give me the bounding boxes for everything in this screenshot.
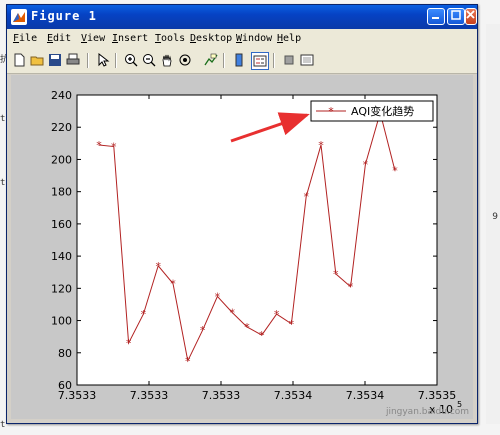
y-tick-label: 220	[51, 121, 72, 134]
y-tick-label: 180	[51, 186, 72, 199]
colorbar-icon	[235, 53, 243, 67]
legend[interactable]: * AQI变化趋势	[310, 100, 434, 122]
zoom-in-icon	[125, 54, 138, 67]
zoom-in-button[interactable]	[123, 52, 139, 68]
legend-icon	[253, 55, 267, 67]
menu-view[interactable]: View	[81, 33, 105, 44]
background-panel	[486, 24, 500, 424]
data-point-marker: *	[274, 308, 280, 321]
menu-help[interactable]: Help	[277, 33, 301, 44]
legend-label: AQI变化趋势	[351, 104, 414, 118]
maximize-button[interactable]	[447, 8, 465, 25]
toolbar-separator	[87, 53, 88, 68]
save-button[interactable]	[47, 52, 63, 68]
x-tick-label: 7.3533	[58, 389, 97, 402]
menu-tools[interactable]: Tools	[155, 33, 185, 44]
figure-window: Figure 1 File Edit View Insert Tools Des…	[6, 4, 478, 424]
watermark-text: jingyan.baidu.com	[385, 407, 469, 417]
maximize-icon	[451, 10, 461, 20]
data-point-marker: *	[363, 158, 369, 171]
data-cursor-button[interactable]	[203, 52, 219, 68]
window-title: Figure 1	[31, 9, 97, 23]
data-point-marker: *	[348, 281, 354, 294]
y-tick-label: 200	[51, 153, 72, 166]
menu-edit[interactable]: Edit	[47, 33, 71, 44]
data-point-marker: *	[141, 308, 147, 321]
data-point-marker: *	[111, 141, 117, 154]
menu-insert[interactable]: Insert	[112, 33, 148, 44]
print-icon	[66, 53, 80, 65]
data-point-marker: *	[215, 290, 221, 303]
data-point-marker: *	[200, 324, 206, 337]
menu-file[interactable]: File	[13, 33, 37, 44]
hide-plot-tools-icon	[284, 55, 294, 65]
y-tick-label: 100	[51, 315, 72, 328]
data-point-marker: *	[170, 278, 176, 291]
zoom-out-button[interactable]	[141, 52, 157, 68]
pan-button[interactable]	[159, 52, 175, 68]
data-point-marker: *	[318, 139, 324, 152]
toolbar-separator	[273, 53, 274, 68]
show-plot-tools-button[interactable]	[299, 52, 315, 68]
background-text: 9	[492, 212, 498, 222]
y-tick-label: 140	[51, 250, 72, 263]
data-point-marker: *	[392, 165, 398, 178]
x-tick-label: 7.3533	[130, 389, 169, 402]
open-file-icon	[30, 56, 44, 66]
data-point-marker: *	[289, 318, 295, 331]
save-icon	[49, 54, 61, 66]
y-tick-label: 240	[51, 89, 72, 102]
close-button[interactable]	[465, 8, 477, 25]
menu-bar: File Edit View Insert Tools Desktop Wind…	[7, 29, 477, 49]
figure-toolbar	[7, 49, 477, 74]
y-tick-label: 160	[51, 218, 72, 231]
toolbar-separator	[115, 53, 116, 68]
pan-hand-icon	[162, 54, 172, 67]
data-point-marker: *	[333, 268, 339, 281]
colorbar-button[interactable]	[231, 52, 247, 68]
data-point-marker: *	[303, 191, 309, 204]
new-figure-button[interactable]	[11, 52, 27, 68]
data-point-marker: *	[126, 337, 132, 350]
hide-plot-tools-button[interactable]	[281, 52, 297, 68]
rotate-3d-icon	[179, 54, 191, 66]
new-figure-icon	[14, 53, 25, 67]
menu-window[interactable]: Window	[236, 33, 272, 44]
open-file-button[interactable]	[29, 52, 45, 68]
y-tick-label: 80	[58, 347, 72, 360]
rotate-3d-button[interactable]	[177, 52, 193, 68]
minimize-icon	[432, 17, 439, 19]
show-plot-tools-icon	[300, 54, 314, 66]
x-tick-label: 7.3533	[202, 389, 241, 402]
title-bar[interactable]: Figure 1	[7, 5, 477, 29]
data-point-marker: *	[259, 329, 265, 342]
y-tick-label: 120	[51, 282, 72, 295]
data-point-marker: *	[185, 355, 191, 368]
pointer-button[interactable]	[95, 52, 111, 68]
minimize-button[interactable]	[427, 8, 445, 25]
data-point-marker: *	[244, 321, 250, 334]
menu-desktop[interactable]: Desktop	[190, 33, 232, 44]
data-point-marker: *	[155, 260, 161, 273]
legend-marker-sample: *	[328, 105, 334, 118]
matlab-logo-icon	[11, 9, 27, 25]
data-point-marker: *	[96, 139, 102, 152]
figure-canvas[interactable]: 60 80 100 120 140 160 180 200 220 240 7.3533 7.353…	[11, 75, 473, 419]
x-tick-label: 7.3534	[274, 389, 313, 402]
close-icon	[466, 10, 475, 19]
legend-button[interactable]	[251, 52, 269, 70]
pointer-icon	[98, 53, 110, 67]
zoom-out-icon	[143, 54, 156, 67]
line-chart: 6080100120140160180200220240 7.3533 7.353…	[51, 89, 462, 416]
print-button[interactable]	[65, 52, 81, 68]
data-cursor-icon	[204, 53, 218, 66]
x-tick-label: 7.3535	[418, 389, 457, 402]
toolbar-separator	[223, 53, 224, 68]
data-point-marker: *	[229, 307, 235, 320]
x-tick-label: 7.3534	[346, 389, 385, 402]
